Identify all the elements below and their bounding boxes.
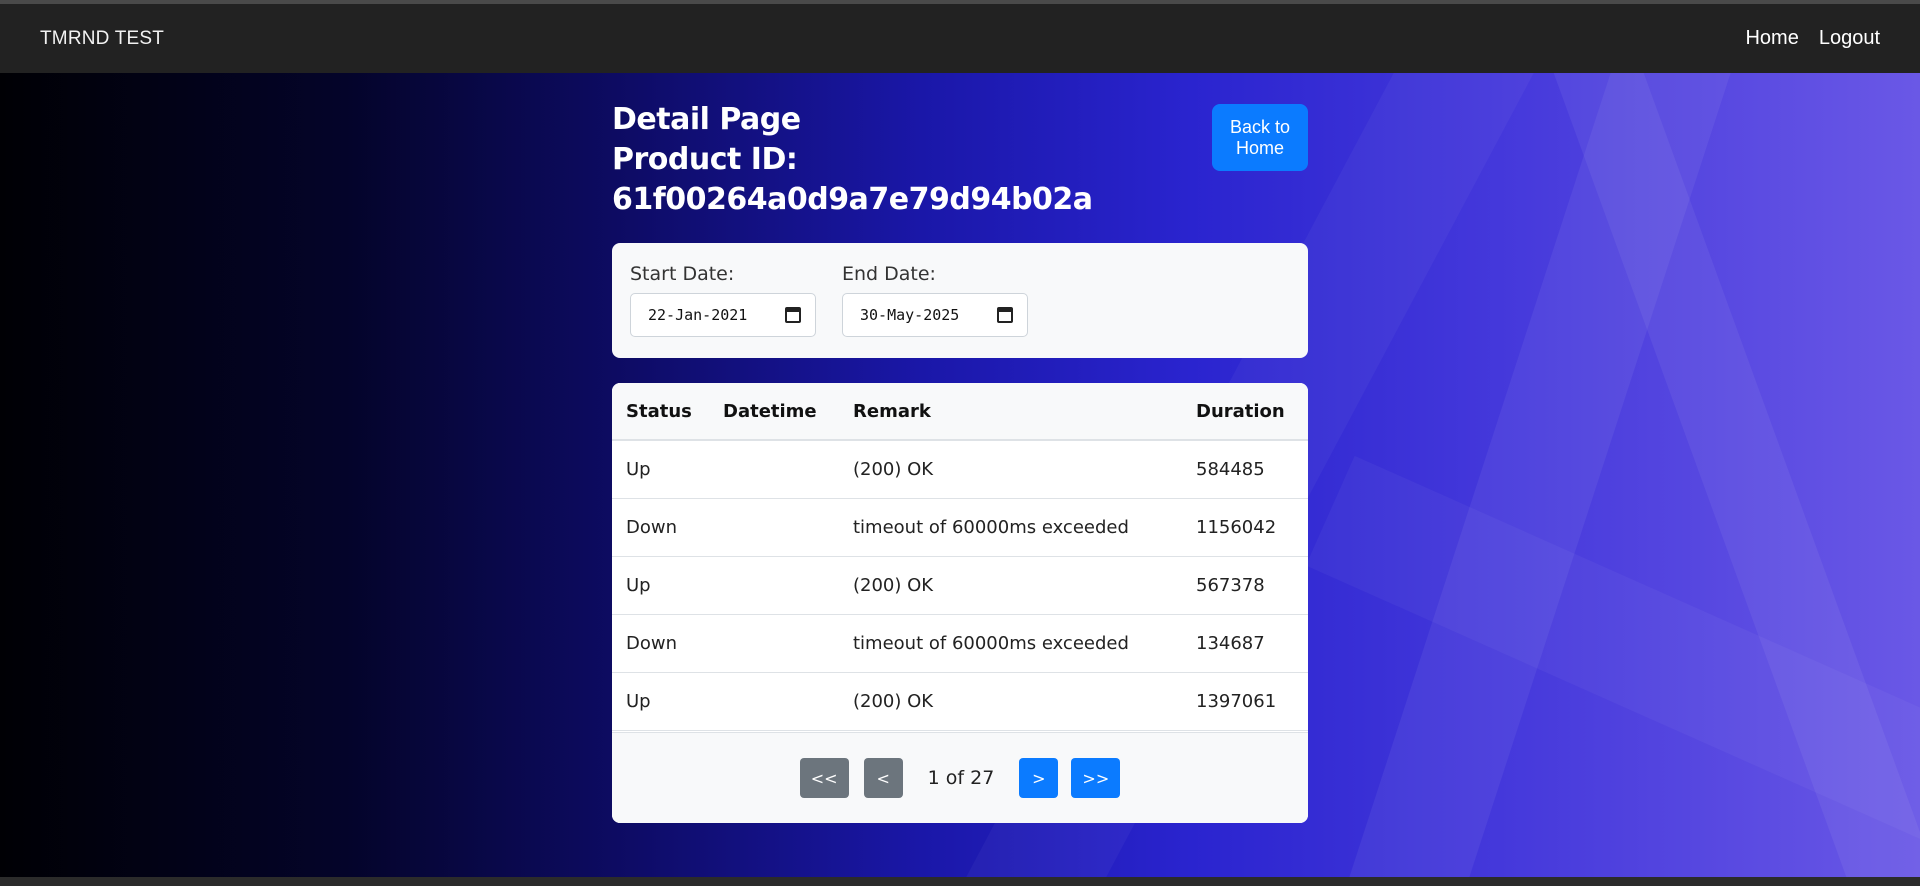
table-header-row: Status Datetime Remark Duration (612, 383, 1308, 440)
cell-datetime (709, 672, 839, 730)
page-title: Detail Page (612, 102, 801, 137)
pagination: << < 1 of 27 > >> (612, 732, 1308, 823)
cell-remark: (200) OK (853, 574, 934, 596)
cell-status: Down (626, 632, 678, 654)
cell-datetime (709, 440, 839, 498)
nav-logout-link[interactable]: Logout (1819, 27, 1880, 50)
start-date-input[interactable]: 22-Jan-2021 (630, 293, 816, 337)
column-header-remark: Remark (853, 400, 931, 422)
calendar-icon[interactable] (997, 307, 1013, 323)
table-row: Up (200) OK 1397061 (612, 672, 1308, 730)
results-table-card: Status Datetime Remark Duration Up (200)… (612, 383, 1308, 823)
cell-remark: (200) OK (853, 690, 934, 712)
page-indicator: 1 of 27 (927, 767, 995, 789)
back-to-home-button[interactable]: Back to Home (1212, 104, 1308, 171)
start-date-value: 22-Jan-2021 (648, 306, 748, 324)
cell-remark: (200) OK (853, 458, 934, 480)
table-row: Up (200) OK 584485 (612, 440, 1308, 498)
table-row: Down timeout of 60000ms exceeded 134687 (612, 614, 1308, 672)
date-filter-card: Start Date: 22-Jan-2021 End Date: 30-May… (612, 243, 1308, 358)
next-page-button[interactable]: > (1019, 758, 1059, 798)
last-page-button[interactable]: >> (1071, 758, 1121, 798)
results-table: Status Datetime Remark Duration Up (200)… (612, 383, 1308, 731)
column-header-datetime: Datetime (723, 400, 817, 422)
column-header-status: Status (626, 400, 692, 422)
nav-links: Home Logout (1745, 27, 1880, 50)
cell-duration: 567378 (1196, 574, 1265, 596)
end-date-field: End Date: 30-May-2025 (842, 263, 1028, 338)
cell-datetime (709, 498, 839, 556)
cell-status: Down (626, 516, 678, 538)
page-headings: Detail Page Product ID: 61f00264a0d9a7e7… (612, 100, 1212, 220)
start-date-field: Start Date: 22-Jan-2021 (630, 263, 816, 338)
main-content: Detail Page Product ID: 61f00264a0d9a7e7… (612, 100, 1308, 823)
cell-remark: timeout of 60000ms exceeded (853, 516, 1129, 538)
cell-status: Up (626, 458, 651, 480)
page-header: Detail Page Product ID: 61f00264a0d9a7e7… (612, 100, 1308, 220)
end-date-label: End Date: (842, 263, 936, 285)
cell-status: Up (626, 574, 651, 596)
prev-page-button[interactable]: < (863, 758, 903, 798)
cell-status: Up (626, 690, 651, 712)
cell-duration: 1156042 (1196, 516, 1277, 538)
start-date-label: Start Date: (630, 263, 735, 285)
navbar: TMRND TEST Home Logout (0, 0, 1920, 73)
cell-duration: 584485 (1196, 458, 1265, 480)
first-page-button[interactable]: << (799, 758, 849, 798)
table-row: Down timeout of 60000ms exceeded 1156042 (612, 498, 1308, 556)
cell-datetime (709, 556, 839, 614)
bottom-bar (0, 877, 1920, 886)
calendar-icon[interactable] (785, 307, 801, 323)
end-date-value: 30-May-2025 (860, 306, 960, 324)
nav-home-link[interactable]: Home (1745, 27, 1798, 50)
table-row: Up (200) OK 567378 (612, 556, 1308, 614)
brand-label: TMRND TEST (40, 27, 165, 49)
product-id-heading: Product ID: 61f00264a0d9a7e79d94b02a (612, 142, 1093, 217)
cell-remark: timeout of 60000ms exceeded (853, 632, 1129, 654)
cell-datetime (709, 614, 839, 672)
column-header-duration: Duration (1196, 400, 1285, 422)
end-date-input[interactable]: 30-May-2025 (842, 293, 1028, 337)
cell-duration: 134687 (1196, 632, 1265, 654)
cell-duration: 1397061 (1196, 690, 1277, 712)
